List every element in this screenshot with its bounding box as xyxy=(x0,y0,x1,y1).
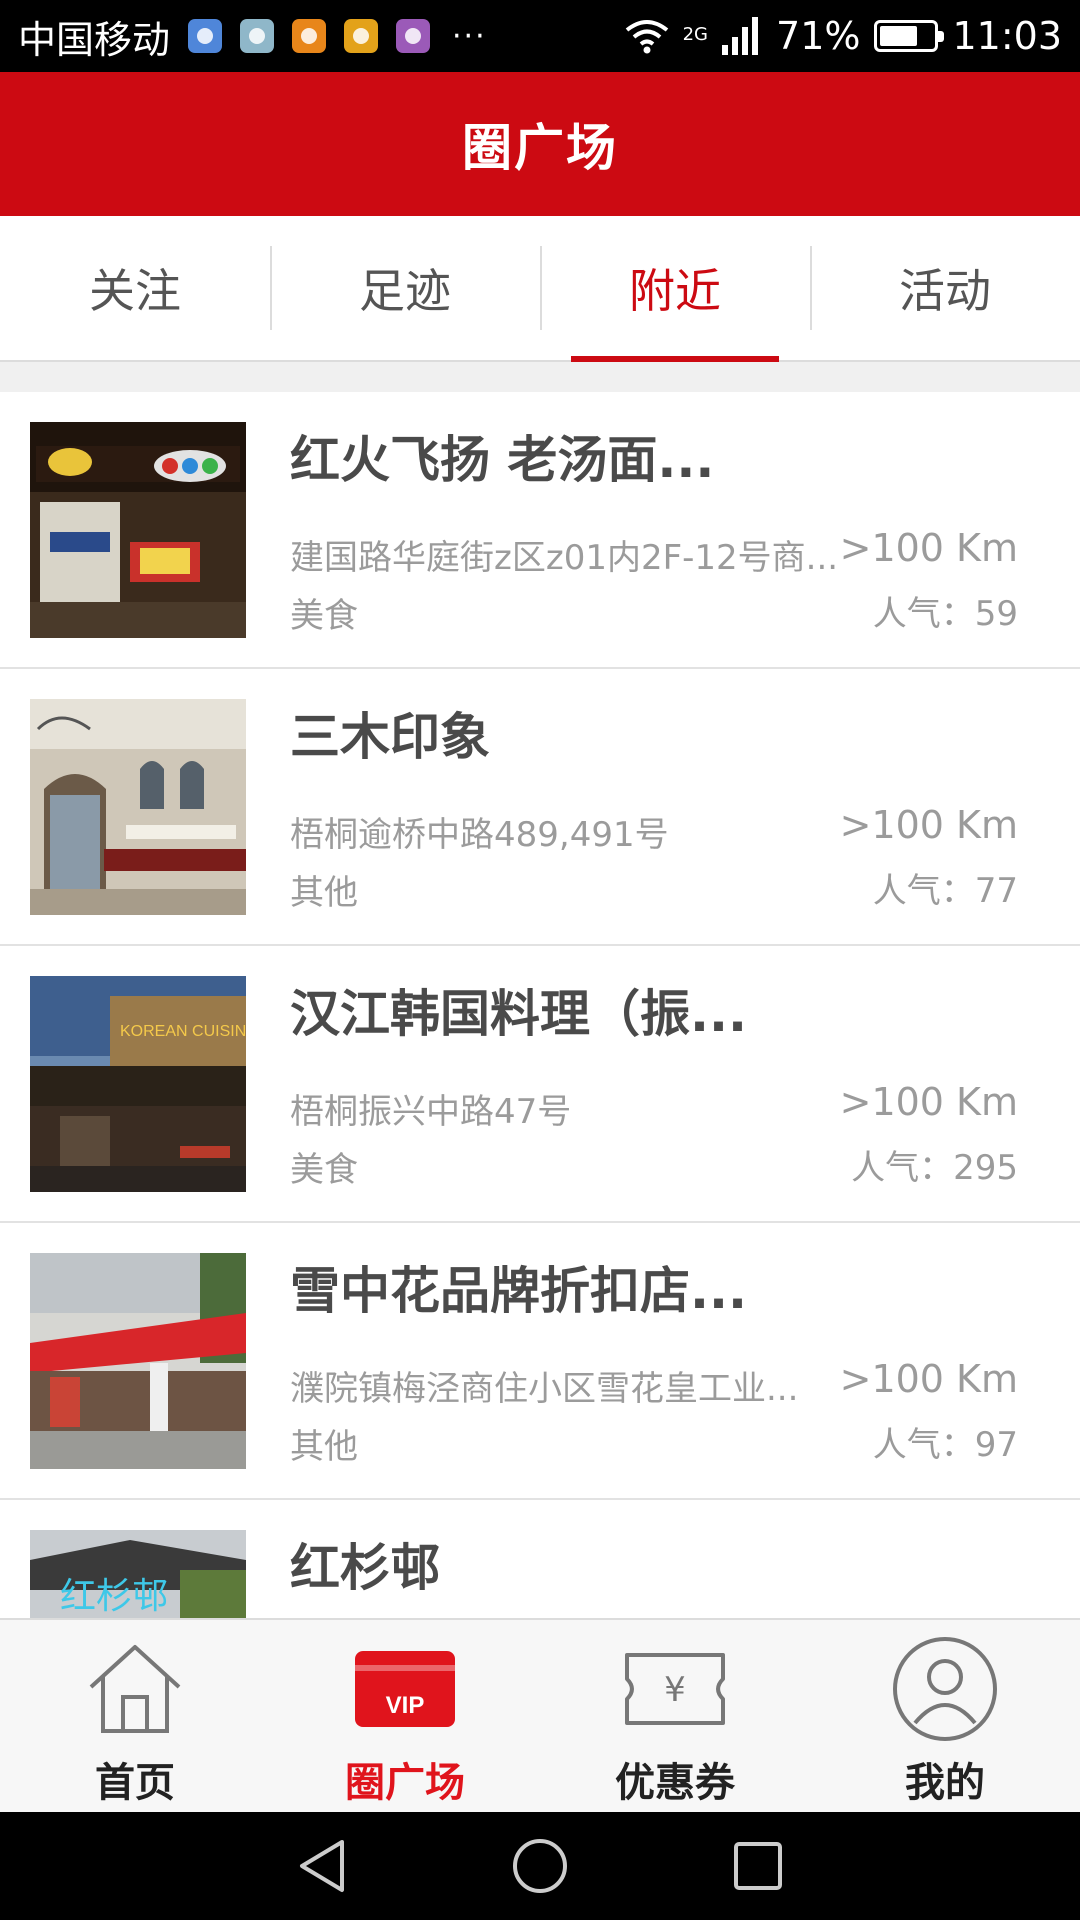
signal-icon xyxy=(722,17,759,55)
orange-app-icon xyxy=(292,19,327,53)
nav-label: 圈广场 xyxy=(345,1760,465,1806)
place-address: 梧桐振兴中路47号 xyxy=(290,1092,572,1132)
carrier-name: 中国移动 xyxy=(18,17,171,62)
place-popularity: 人气：59 xyxy=(872,594,1018,634)
back-icon[interactable] xyxy=(294,1836,350,1896)
place-name: 红火飞扬 老汤面... xyxy=(290,431,715,489)
system-navigation-bar xyxy=(0,1812,1080,1920)
tab-activities[interactable]: 活动 xyxy=(810,216,1080,360)
nav-home[interactable]: 首页 xyxy=(0,1620,270,1812)
place-popularity: 人气：77 xyxy=(872,871,1018,911)
list-item[interactable]: 红杉邨 红杉邨 xyxy=(0,1500,1080,1618)
location-app-icon xyxy=(188,19,223,53)
tab-label: 附近 xyxy=(629,264,721,318)
sign-text: 红杉邨 xyxy=(60,1575,168,1616)
tab-label: 活动 xyxy=(899,264,991,318)
nav-coupons[interactable]: ¥ 优惠券 xyxy=(540,1620,810,1812)
tab-nearby[interactable]: 附近 xyxy=(540,216,810,362)
status-bar: 中国移动 ··· 2G 71% 11:03 xyxy=(0,0,1080,72)
list-item[interactable]: 三木印象 梧桐逾桥中路489,491号 其他 >100 Km 人气：77 xyxy=(0,669,1080,946)
nav-label: 首页 xyxy=(95,1760,175,1806)
recents-icon[interactable] xyxy=(730,1838,786,1894)
list-item[interactable]: KOREAN CUISINE 汉江韩国料理（振... 梧桐振兴中路47号 美食 … xyxy=(0,946,1080,1223)
nav-circle-square[interactable]: VIP 圈广场 xyxy=(270,1620,540,1812)
tab-label: 足迹 xyxy=(359,264,451,318)
nearby-place-list: 红火飞扬 老汤面... 建国路华庭街z区z01内2F-12号商... 美食 >1… xyxy=(0,392,1080,1618)
place-distance: >100 Km xyxy=(839,526,1018,570)
app-header: 圈广场 xyxy=(0,72,1080,216)
place-address: 梧桐逾桥中路489,491号 xyxy=(290,815,669,855)
place-category: 其他 xyxy=(290,1427,358,1467)
more-notifications-icon: ··· xyxy=(452,18,487,54)
tab-bar: 关注 足迹 附近 活动 xyxy=(0,216,1080,362)
place-category: 其他 xyxy=(290,873,358,913)
china-mobile-app-icon xyxy=(240,19,275,53)
profile-icon xyxy=(890,1634,1000,1744)
coupon-yen: ¥ xyxy=(664,1670,686,1710)
gallery-app-icon xyxy=(396,19,431,53)
place-address: 建国路华庭街z区z01内2F-12号商... xyxy=(290,538,839,578)
list-item[interactable]: 红火飞扬 老汤面... 建国路华庭街z区z01内2F-12号商... 美食 >1… xyxy=(0,392,1080,669)
place-address: 濮院镇梅泾商住小区雪花皇工业... xyxy=(290,1369,799,1409)
place-distance: >100 Km xyxy=(839,1080,1018,1124)
page-title: 圈广场 xyxy=(462,119,618,177)
tab-following[interactable]: 关注 xyxy=(0,216,270,360)
network-type: 2G xyxy=(682,24,709,45)
home-circle-icon[interactable] xyxy=(510,1836,570,1896)
bottom-navigation: 首页 VIP 圈广场 ¥ 优惠券 我的 xyxy=(0,1618,1080,1812)
nav-profile[interactable]: 我的 xyxy=(810,1620,1080,1812)
battery-percent: 71% xyxy=(776,14,861,58)
place-name: 雪中花品牌折扣店... xyxy=(290,1262,747,1320)
battery-icon xyxy=(874,20,945,52)
vip-card-icon: VIP xyxy=(350,1634,460,1744)
coupon-icon: ¥ xyxy=(620,1634,730,1744)
vip-badge: VIP xyxy=(386,1692,425,1719)
place-name: 汉江韩国料理（振... xyxy=(290,985,747,1043)
place-photo: 红杉邨 xyxy=(30,1530,246,1618)
home-icon xyxy=(80,1634,190,1744)
place-popularity: 人气：295 xyxy=(851,1148,1018,1188)
place-photo: KOREAN CUISINE xyxy=(30,976,246,1192)
nav-label: 优惠券 xyxy=(615,1760,735,1806)
place-name: 三木印象 xyxy=(290,708,490,766)
active-tab-indicator xyxy=(571,356,779,362)
wifi-icon xyxy=(625,20,668,54)
place-photo xyxy=(30,699,246,915)
clock: 11:03 xyxy=(952,14,1062,58)
place-distance: >100 Km xyxy=(839,803,1018,847)
tab-label: 关注 xyxy=(89,264,181,318)
yellow-app-icon xyxy=(344,19,379,53)
notification-icons: ··· xyxy=(188,19,487,54)
sign-text: KOREAN CUISINE xyxy=(120,1023,246,1040)
tab-footprints[interactable]: 足迹 xyxy=(270,216,540,360)
place-category: 美食 xyxy=(290,596,358,636)
place-category: 美食 xyxy=(290,1150,358,1190)
place-distance: >100 Km xyxy=(839,1357,1018,1401)
list-item[interactable]: 雪中花品牌折扣店... 濮院镇梅泾商住小区雪花皇工业... 其他 >100 Km… xyxy=(0,1223,1080,1500)
place-photo xyxy=(30,422,246,638)
place-photo xyxy=(30,1253,246,1469)
place-popularity: 人气：97 xyxy=(872,1425,1018,1465)
place-name: 红杉邨 xyxy=(290,1539,440,1597)
nav-label: 我的 xyxy=(905,1760,985,1806)
